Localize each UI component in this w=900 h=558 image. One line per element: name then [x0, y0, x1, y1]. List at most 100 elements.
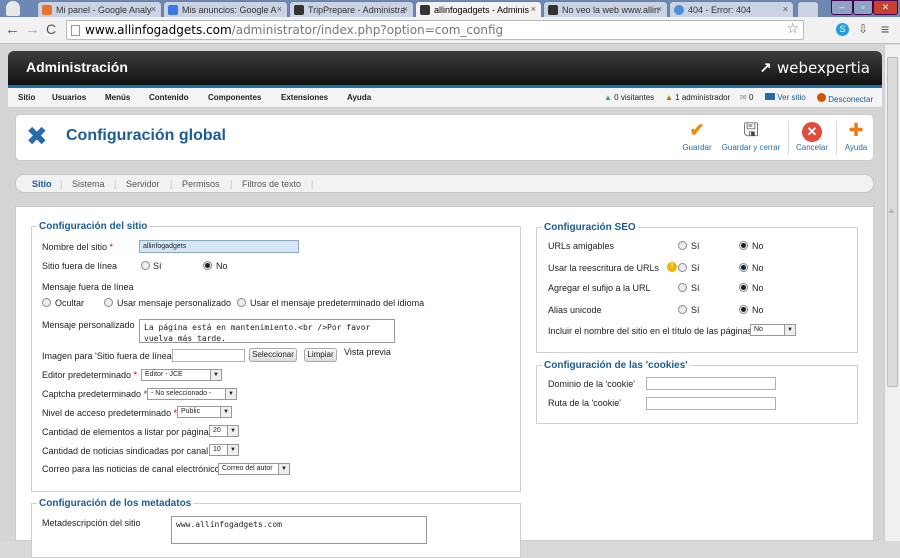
page-title: Configuración global — [66, 127, 226, 144]
scrollbar-thumb[interactable] — [887, 57, 898, 387]
custom-msg-textarea[interactable]: La página está en mantenimiento.<br />Po… — [139, 319, 395, 343]
browser-tab[interactable]: 404 - Error: 404 × — [669, 1, 794, 17]
offline-no-radio[interactable] — [203, 261, 212, 270]
url-host: www.allinfogadgets.com — [85, 23, 232, 37]
suffix-yes-radio[interactable] — [678, 283, 687, 292]
menu-usuarios[interactable]: Usuarios — [52, 93, 86, 102]
menu-extensiones[interactable]: Extensiones — [281, 93, 328, 102]
editor-select[interactable]: Editor - JCE ▼ — [141, 369, 222, 381]
tab-permisos[interactable]: Permisos — [182, 179, 220, 189]
reload-icon[interactable]: C — [46, 21, 56, 37]
suffix-no-radio[interactable] — [739, 283, 748, 292]
back-arrow-icon[interactable]: ← — [5, 21, 20, 38]
config-tabs: Sitio | Sistema | Servidor | Permisos | … — [15, 174, 874, 193]
tab-servidor[interactable]: Servidor — [126, 179, 160, 189]
message-icon: ✉ — [740, 93, 747, 102]
sitename-title-select[interactable]: No ▼ — [750, 324, 796, 336]
toolbar-divider — [788, 121, 789, 155]
meta-desc-label: Metadescripción del sitio — [42, 518, 141, 528]
logo-swoosh-icon: ↗ — [759, 59, 777, 77]
menu-sitio[interactable]: Sitio — [18, 93, 35, 102]
star-icon[interactable]: ☆ — [786, 21, 799, 37]
feed-email-select[interactable]: Correo del autor ▼ — [218, 463, 290, 475]
warning-icon[interactable]: ! — [667, 262, 677, 272]
tab-sitio[interactable]: Sitio — [32, 179, 52, 189]
offline-image-input[interactable] — [172, 349, 245, 362]
feed-email-label: Correo para las noticias de canal electr… — [42, 464, 220, 474]
offline-msg-label: Mensaje fuera de línea — [42, 282, 134, 292]
cookie-domain-label: Dominio de la 'cookie' — [548, 379, 635, 389]
messages-status[interactable]: ✉ 0 — [740, 93, 753, 102]
sef-no-radio[interactable] — [739, 241, 748, 250]
new-tab-button[interactable] — [797, 1, 819, 17]
cookies-config-fieldset: Configuración de las 'cookies' — [536, 360, 858, 424]
rewrite-no-radio[interactable] — [739, 263, 748, 272]
close-icon[interactable]: × — [783, 4, 788, 14]
rewrite-no-label: No — [752, 263, 764, 273]
rewrite-yes-radio[interactable] — [678, 263, 687, 272]
close-icon[interactable]: × — [277, 4, 282, 14]
browser-tab[interactable]: No veo la web www.allin × — [543, 1, 668, 17]
forward-arrow-icon[interactable]: → — [25, 21, 40, 38]
select-image-button[interactable]: Seleccionar — [249, 348, 297, 362]
menu-componentes[interactable]: Componentes — [208, 93, 261, 102]
menu-menus[interactable]: Menús — [105, 93, 130, 102]
cookie-domain-input[interactable] — [646, 377, 776, 390]
unicode-label: Alias unicode — [548, 305, 602, 315]
cookie-path-label: Ruta de la 'cookie' — [548, 398, 621, 408]
tab-filtros[interactable]: Filtros de texto — [242, 179, 301, 189]
list-limit-select[interactable]: 20 ▼ — [209, 425, 239, 437]
save-close-button[interactable]: 🖫 Guardar y cerrar — [720, 119, 782, 152]
download-icon[interactable]: ⇩ — [858, 22, 868, 36]
save-button[interactable]: ✔ Guardar — [678, 119, 716, 152]
opt-hide-radio[interactable] — [42, 298, 51, 307]
menu-icon[interactable]: ≡ — [881, 21, 889, 37]
clear-image-button[interactable]: Limpiar — [304, 348, 337, 362]
chevron-down-icon: ▼ — [278, 464, 289, 474]
cancel-button[interactable]: ✕ Cancelar — [794, 119, 830, 152]
suffix-label: Agregar el sufijo a la URL — [548, 283, 651, 293]
help-button[interactable]: ✚ Ayuda — [841, 119, 871, 152]
opt-default-radio[interactable] — [237, 298, 246, 307]
access-select[interactable]: Public ▼ — [177, 406, 232, 418]
cookie-path-input[interactable] — [646, 397, 776, 410]
offline-yes-radio[interactable] — [141, 261, 150, 270]
site-name-input[interactable]: allinfogadgets — [139, 240, 299, 253]
address-bar[interactable]: www.allinfogadgets.com/administrator/ind… — [66, 20, 804, 40]
unicode-no-radio[interactable] — [739, 305, 748, 314]
browser-tab[interactable]: TripPrepare - Administra × — [289, 1, 414, 17]
opt-custom-radio[interactable] — [104, 298, 113, 307]
close-icon[interactable]: × — [531, 4, 536, 14]
chevron-down-icon: ▼ — [210, 370, 221, 380]
close-icon[interactable]: × — [403, 4, 408, 14]
skype-icon[interactable]: S — [836, 23, 849, 36]
offline-image-label: Imagen para 'Sitio fuera de línea' — [42, 351, 174, 361]
menu-contenido[interactable]: Contenido — [149, 93, 189, 102]
captcha-select[interactable]: - No seleccionado - ▼ — [147, 388, 237, 400]
sef-yes-radio[interactable] — [678, 241, 687, 250]
brand-logo[interactable]: ↗ webexpertia — [759, 59, 870, 77]
tab-separator: | — [60, 179, 63, 189]
profile-icon[interactable] — [6, 1, 20, 16]
unicode-yes-radio[interactable] — [678, 305, 687, 314]
toolbar-box: ✖ Configuración global ✔ Guardar 🖫 Guardar… — [15, 114, 874, 161]
close-window-button[interactable]: ✕ — [873, 0, 898, 15]
maximize-button[interactable]: ▫ — [853, 0, 873, 15]
chevron-down-icon: ▼ — [227, 426, 238, 436]
browser-toolbar: ← → C www.allinfogadgets.com/administrat… — [0, 17, 900, 44]
scrollbar[interactable]: ≡ — [884, 45, 900, 541]
browser-tab[interactable]: Mis anuncios: Google A × — [163, 1, 288, 17]
meta-desc-textarea[interactable]: www.allinfogadgets.com — [171, 516, 427, 544]
browser-tab-active[interactable]: allinfogadgets - Adminis × — [415, 1, 542, 17]
opt-default-label: Usar el mensaje predeterminado del idiom… — [250, 298, 425, 308]
close-icon[interactable]: × — [151, 4, 156, 14]
view-site-link[interactable]: Ver sitio — [765, 93, 806, 102]
logout-link[interactable]: Desconectar — [817, 93, 873, 104]
minimize-button[interactable]: – — [831, 0, 853, 15]
browser-tab[interactable]: Mi panel - Google Analy × — [37, 1, 162, 17]
close-icon[interactable]: × — [657, 4, 662, 14]
tab-sistema[interactable]: Sistema — [72, 179, 105, 189]
menu-ayuda[interactable]: Ayuda — [347, 93, 371, 102]
suffix-yes-label: Sí — [691, 283, 700, 293]
feed-limit-select[interactable]: 10 ▼ — [209, 444, 239, 456]
